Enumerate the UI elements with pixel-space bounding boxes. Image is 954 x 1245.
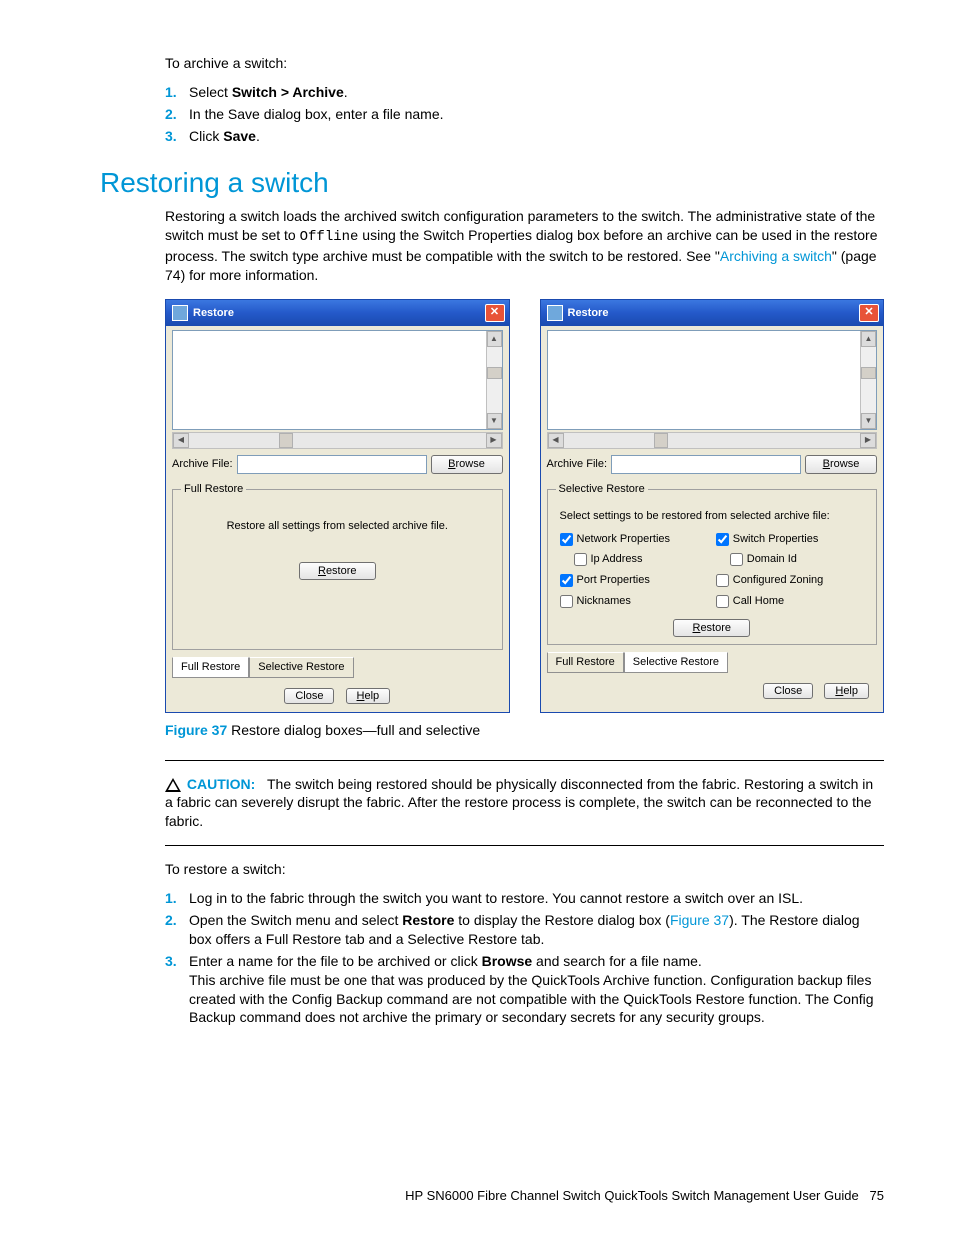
close-button[interactable]: Close: [763, 683, 813, 699]
restore-steps: 1.Log in to the fabric through the switc…: [165, 889, 884, 1027]
scroll-right-icon[interactable]: ▶: [486, 433, 502, 448]
restore-button[interactable]: Restore: [673, 619, 750, 637]
check-port-properties[interactable]: Port Properties: [560, 573, 708, 588]
caution-block: CAUTION: The switch being restored shoul…: [165, 775, 884, 832]
tab-full-restore[interactable]: Full Restore: [547, 652, 624, 673]
close-icon[interactable]: ✕: [859, 304, 879, 322]
scroll-left-icon[interactable]: ◀: [548, 433, 564, 448]
section-heading: Restoring a switch: [100, 164, 884, 202]
app-icon: [172, 305, 188, 321]
check-ip-address[interactable]: Ip Address: [574, 552, 708, 567]
restore-dialog-full: Restore ✕ ▲ ▼ ◀ ▶ Archive File:: [165, 299, 510, 713]
divider: [165, 845, 884, 846]
archive-file-input[interactable]: [611, 455, 801, 474]
page-footer: HP SN6000 Fibre Channel Switch QuickTool…: [100, 1187, 884, 1205]
titlebar: Restore ✕: [166, 300, 509, 326]
vertical-scrollbar[interactable]: ▲ ▼: [486, 331, 502, 429]
restore-dialog-selective: Restore ✕ ▲ ▼ ◀ ▶ Archive File:: [540, 299, 885, 713]
figure-caption: Figure 37 Restore dialog boxes—full and …: [165, 721, 884, 740]
horizontal-scrollbar[interactable]: ◀ ▶: [547, 432, 878, 449]
check-network-properties[interactable]: Network Properties: [560, 532, 708, 547]
check-nicknames[interactable]: Nicknames: [560, 594, 708, 609]
help-button[interactable]: Help: [346, 688, 391, 704]
archive-file-input[interactable]: [237, 455, 427, 474]
caution-icon: [165, 778, 181, 792]
help-button[interactable]: Help: [824, 683, 869, 699]
full-restore-text: Restore all settings from selected archi…: [181, 519, 494, 534]
scroll-left-icon[interactable]: ◀: [173, 433, 189, 448]
horizontal-scrollbar[interactable]: ◀ ▶: [172, 432, 503, 449]
tab-selective-restore[interactable]: Selective Restore: [249, 657, 353, 678]
browse-button[interactable]: Browse: [805, 455, 877, 474]
tab-bar: Full Restore Selective Restore: [172, 658, 503, 679]
tab-full-restore[interactable]: Full Restore: [172, 657, 249, 678]
restore-paragraph: Restoring a switch loads the archived sw…: [165, 207, 884, 285]
file-list[interactable]: ▲ ▼: [172, 330, 503, 430]
vertical-scrollbar[interactable]: ▲ ▼: [860, 331, 876, 429]
archive-file-label: Archive File:: [547, 457, 608, 472]
scroll-right-icon[interactable]: ▶: [860, 433, 876, 448]
scroll-up-icon[interactable]: ▲: [487, 331, 502, 347]
scroll-down-icon[interactable]: ▼: [861, 413, 876, 429]
figure-row: Restore ✕ ▲ ▼ ◀ ▶ Archive File:: [165, 299, 884, 713]
archive-file-label: Archive File:: [172, 457, 233, 472]
check-call-home[interactable]: Call Home: [716, 594, 864, 609]
divider: [165, 760, 884, 761]
scroll-up-icon[interactable]: ▲: [861, 331, 876, 347]
tab-bar: Full Restore Selective Restore: [547, 653, 878, 674]
check-domain-id[interactable]: Domain Id: [730, 552, 864, 567]
selective-restore-legend: Selective Restore: [556, 482, 648, 497]
archive-intro: To archive a switch:: [165, 54, 884, 73]
check-switch-properties[interactable]: Switch Properties: [716, 532, 864, 547]
scroll-down-icon[interactable]: ▼: [487, 413, 502, 429]
figure-link[interactable]: Figure 37: [670, 912, 729, 928]
tab-selective-restore[interactable]: Selective Restore: [624, 652, 728, 673]
file-list[interactable]: ▲ ▼: [547, 330, 878, 430]
restore-button[interactable]: Restore: [299, 562, 376, 580]
restore-intro: To restore a switch:: [165, 860, 884, 879]
app-icon: [547, 305, 563, 321]
close-button[interactable]: Close: [284, 688, 334, 704]
full-restore-legend: Full Restore: [181, 482, 246, 497]
browse-button[interactable]: Browse: [431, 455, 503, 474]
check-configured-zoning[interactable]: Configured Zoning: [716, 573, 864, 588]
close-icon[interactable]: ✕: [485, 304, 505, 322]
archive-steps: 1.Select Switch > Archive. 2.In the Save…: [165, 83, 884, 146]
selective-instruction: Select settings to be restored from sele…: [560, 509, 869, 524]
titlebar: Restore ✕: [541, 300, 884, 326]
archiving-link[interactable]: Archiving a switch: [720, 248, 832, 264]
